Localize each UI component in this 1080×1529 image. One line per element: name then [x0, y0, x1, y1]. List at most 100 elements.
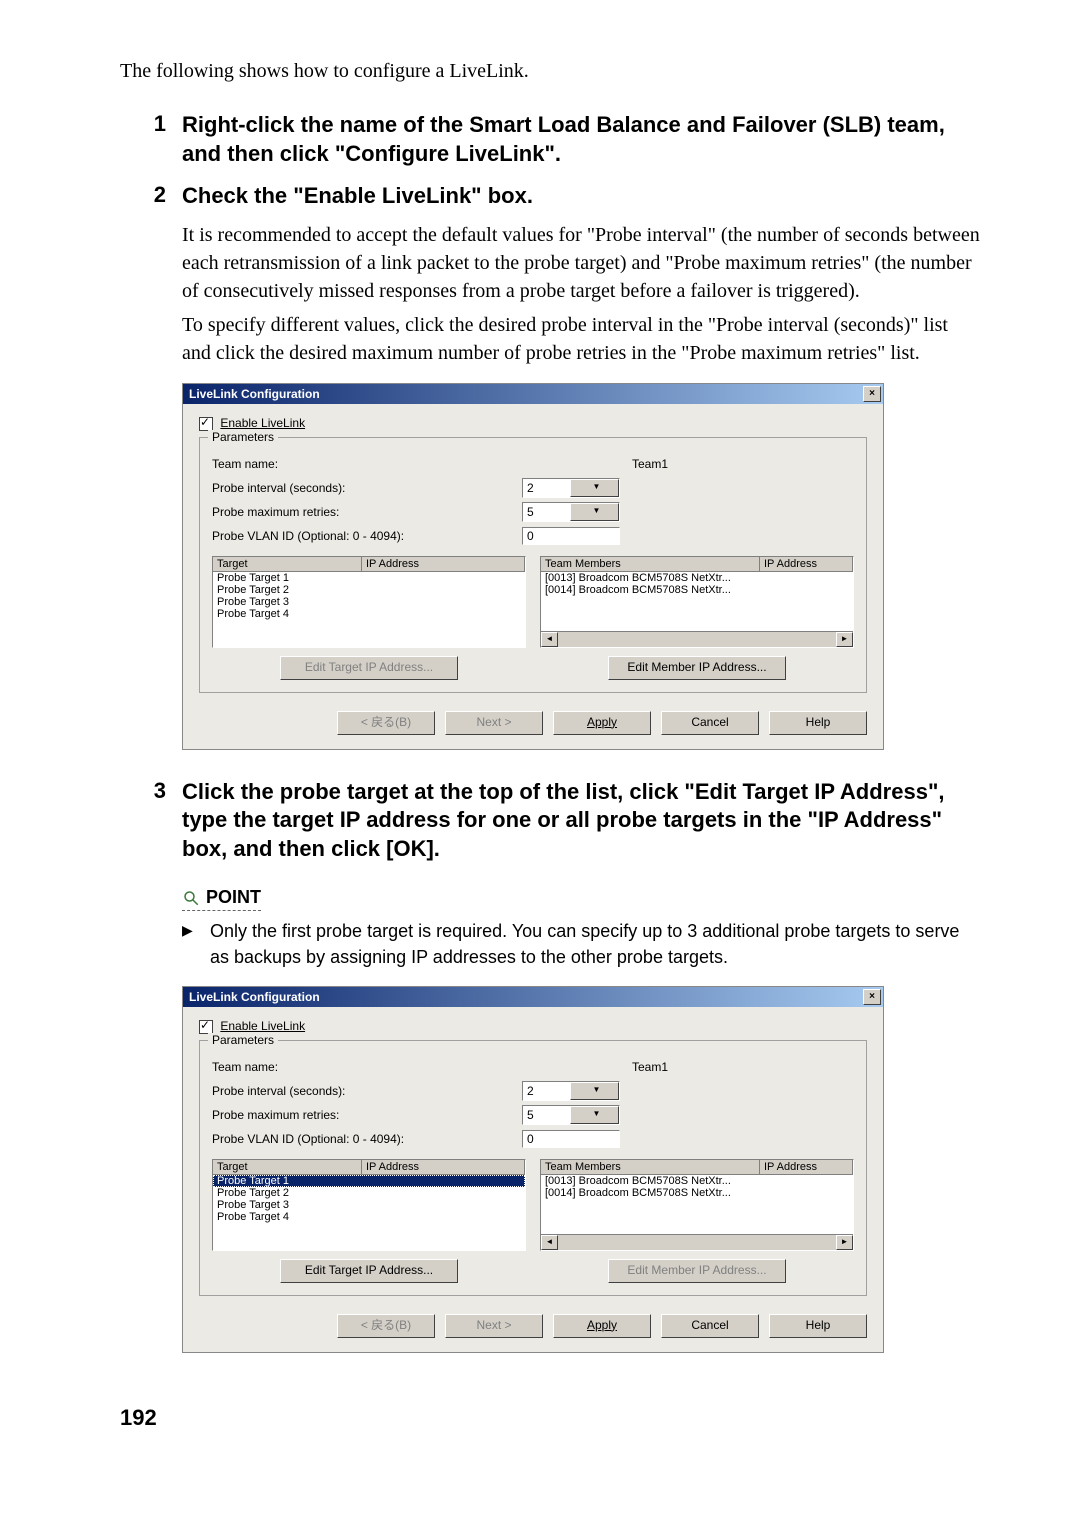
- list-item[interactable]: [0013] Broadcom BCM5708S NetXtr...: [541, 572, 853, 584]
- probe-interval-dropdown[interactable]: 2 ▼: [522, 478, 620, 498]
- team-name-value: Team1: [522, 1060, 668, 1074]
- parameters-groupbox: Parameters Team name: Team1 Probe interv…: [199, 1040, 867, 1296]
- step-2-title: Check the "Enable LiveLink" box.: [182, 182, 533, 211]
- step-2-number: 2: [120, 182, 182, 211]
- probe-retries-dropdown[interactable]: 5 ▼: [522, 502, 620, 522]
- list-item[interactable]: [0014] Broadcom BCM5708S NetXtr...: [541, 584, 853, 596]
- list-item[interactable]: Probe Target 4: [213, 1211, 525, 1223]
- chevron-down-icon[interactable]: ▼: [570, 1082, 619, 1100]
- scroll-left-icon[interactable]: ◄: [541, 1235, 558, 1250]
- step-3-number: 3: [120, 778, 182, 864]
- step-3: 3 Click the probe target at the top of t…: [120, 778, 980, 864]
- list-item[interactable]: [0014] Broadcom BCM5708S NetXtr...: [541, 1187, 853, 1199]
- edit-member-ip-button[interactable]: Edit Member IP Address...: [608, 1259, 786, 1283]
- team-name-label: Team name:: [212, 1060, 522, 1074]
- list-item[interactable]: Probe Target 2: [213, 584, 525, 596]
- probe-vlan-label: Probe VLAN ID (Optional: 0 - 4094):: [212, 529, 522, 543]
- team-name-value: Team1: [522, 457, 668, 471]
- scroll-left-icon[interactable]: ◄: [541, 632, 558, 647]
- target-column-header[interactable]: Target: [213, 1160, 362, 1174]
- probe-retries-label: Probe maximum retries:: [212, 505, 522, 519]
- probe-vlan-input[interactable]: 0: [522, 1130, 620, 1148]
- step-1-number: 1: [120, 111, 182, 168]
- back-button[interactable]: < 戻る(B): [337, 711, 435, 735]
- members-listbox[interactable]: Team Members IP Address [0013] Broadcom …: [540, 556, 854, 648]
- parameters-label: Parameters: [208, 1033, 278, 1047]
- target-column-header[interactable]: Target: [213, 557, 362, 571]
- target-listbox[interactable]: Target IP Address Probe Target 1 Probe T…: [212, 556, 526, 648]
- livelink-dialog-2: LiveLink Configuration × Enable LiveLink…: [182, 986, 884, 1353]
- edit-member-ip-button[interactable]: Edit Member IP Address...: [608, 656, 786, 680]
- cancel-button[interactable]: Cancel: [661, 711, 759, 735]
- list-item[interactable]: Probe Target 1: [213, 572, 525, 584]
- list-item[interactable]: [0013] Broadcom BCM5708S NetXtr...: [541, 1175, 853, 1187]
- probe-interval-label: Probe interval (seconds):: [212, 1084, 522, 1098]
- chevron-down-icon[interactable]: ▼: [570, 503, 619, 521]
- next-button[interactable]: Next >: [445, 1314, 543, 1338]
- list-item[interactable]: Probe Target 3: [213, 596, 525, 608]
- members-listbox[interactable]: Team Members IP Address [0013] Broadcom …: [540, 1159, 854, 1251]
- bullet-icon: ▶: [182, 919, 210, 969]
- probe-interval-label: Probe interval (seconds):: [212, 481, 522, 495]
- page-number: 192: [120, 1405, 980, 1431]
- point-label: POINT: [206, 887, 261, 908]
- apply-button[interactable]: Apply: [553, 1314, 651, 1338]
- target-ip-column-header[interactable]: IP Address: [362, 1160, 525, 1174]
- chevron-down-icon[interactable]: ▼: [570, 479, 619, 497]
- step-2-body-2: To specify different values, click the d…: [182, 311, 980, 367]
- probe-retries-value: 5: [523, 1108, 570, 1122]
- list-item[interactable]: Probe Target 4: [213, 608, 525, 620]
- probe-retries-label: Probe maximum retries:: [212, 1108, 522, 1122]
- enable-livelink-label: Enable LiveLink: [220, 416, 305, 430]
- member-ip-column-header[interactable]: IP Address: [760, 1160, 853, 1174]
- member-ip-column-header[interactable]: IP Address: [760, 557, 853, 571]
- checkbox-icon[interactable]: [199, 417, 213, 431]
- apply-button[interactable]: Apply: [553, 711, 651, 735]
- close-icon[interactable]: ×: [863, 386, 881, 402]
- help-button[interactable]: Help: [769, 711, 867, 735]
- probe-interval-value: 2: [523, 481, 570, 495]
- step-1-title: Right-click the name of the Smart Load B…: [182, 111, 980, 168]
- edit-target-ip-button[interactable]: Edit Target IP Address...: [280, 656, 458, 680]
- scroll-right-icon[interactable]: ►: [836, 632, 853, 647]
- dialog-title-text: LiveLink Configuration: [189, 387, 320, 401]
- enable-livelink-checkbox[interactable]: Enable LiveLink: [199, 416, 867, 431]
- probe-interval-dropdown[interactable]: 2 ▼: [522, 1081, 620, 1101]
- back-button[interactable]: < 戻る(B): [337, 1314, 435, 1338]
- probe-vlan-input[interactable]: 0: [522, 527, 620, 545]
- help-button[interactable]: Help: [769, 1314, 867, 1338]
- intro-text: The following shows how to configure a L…: [120, 60, 980, 83]
- parameters-groupbox: Parameters Team name: Team1 Probe interv…: [199, 437, 867, 693]
- list-item[interactable]: Probe Target 3: [213, 1199, 525, 1211]
- probe-retries-dropdown[interactable]: 5 ▼: [522, 1105, 620, 1125]
- step-2: 2 Check the "Enable LiveLink" box.: [120, 182, 980, 211]
- target-ip-column-header[interactable]: IP Address: [362, 557, 525, 571]
- probe-retries-value: 5: [523, 505, 570, 519]
- parameters-label: Parameters: [208, 430, 278, 444]
- livelink-dialog-1: LiveLink Configuration × Enable LiveLink…: [182, 383, 884, 750]
- members-column-header[interactable]: Team Members: [541, 557, 760, 571]
- dialog-titlebar: LiveLink Configuration ×: [183, 987, 883, 1007]
- members-column-header[interactable]: Team Members: [541, 1160, 760, 1174]
- checkbox-icon[interactable]: [199, 1020, 213, 1034]
- magnifier-icon: [182, 889, 200, 907]
- dialog-title-text: LiveLink Configuration: [189, 990, 320, 1004]
- point-block: POINT ▶ Only the first probe target is r…: [182, 887, 980, 969]
- probe-vlan-label: Probe VLAN ID (Optional: 0 - 4094):: [212, 1132, 522, 1146]
- enable-livelink-checkbox[interactable]: Enable LiveLink: [199, 1019, 867, 1034]
- cancel-button[interactable]: Cancel: [661, 1314, 759, 1338]
- edit-target-ip-button[interactable]: Edit Target IP Address...: [280, 1259, 458, 1283]
- point-text: Only the first probe target is required.…: [210, 919, 980, 969]
- chevron-down-icon[interactable]: ▼: [570, 1106, 619, 1124]
- horizontal-scrollbar[interactable]: ◄ ►: [541, 631, 853, 647]
- horizontal-scrollbar[interactable]: ◄ ►: [541, 1234, 853, 1250]
- list-item[interactable]: Probe Target 2: [213, 1187, 525, 1199]
- scroll-right-icon[interactable]: ►: [836, 1235, 853, 1250]
- close-icon[interactable]: ×: [863, 989, 881, 1005]
- target-listbox[interactable]: Target IP Address Probe Target 1 Probe T…: [212, 1159, 526, 1251]
- step-2-body-1: It is recommended to accept the default …: [182, 221, 980, 305]
- point-header: POINT: [182, 887, 261, 911]
- list-item[interactable]: Probe Target 1: [213, 1175, 525, 1187]
- enable-livelink-label: Enable LiveLink: [220, 1019, 305, 1033]
- next-button[interactable]: Next >: [445, 711, 543, 735]
